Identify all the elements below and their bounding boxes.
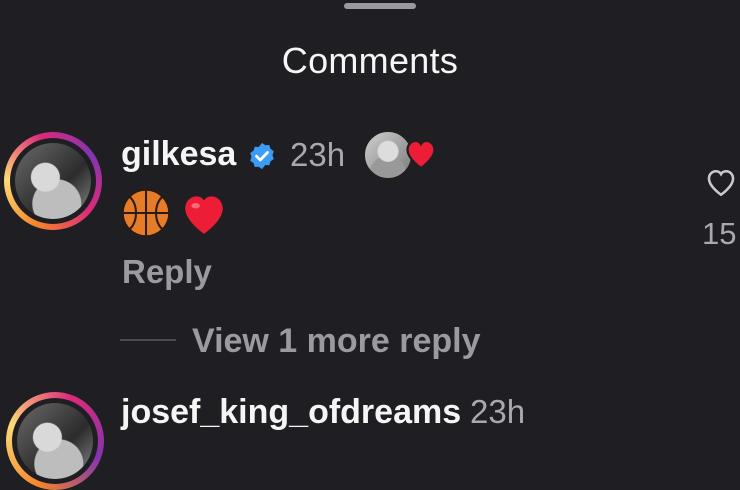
avatar-photo <box>17 403 93 479</box>
next-commenter-avatar[interactable] <box>6 392 104 490</box>
sheet-title: Comments <box>281 40 459 81</box>
avatar-ring-gap <box>12 398 98 484</box>
comment-timestamp: 23h <box>290 136 346 173</box>
view-more-replies-button[interactable]: View 1 more reply <box>192 322 481 361</box>
like-heart-icon[interactable] <box>704 166 738 198</box>
next-comment-username[interactable]: josef_king_ofdreams <box>121 393 461 432</box>
avatar-ring-gap <box>10 138 96 224</box>
avatar-photo <box>15 143 91 219</box>
basketball-emoji <box>122 189 170 237</box>
like-count: 15 <box>702 216 737 251</box>
comment-text <box>121 188 229 238</box>
comment-username[interactable]: gilkesa <box>121 135 236 174</box>
reply-button[interactable]: Reply <box>122 253 212 291</box>
red-heart-emoji <box>185 196 223 234</box>
verified-badge-icon <box>250 142 274 170</box>
drag-handle[interactable] <box>344 3 416 9</box>
creator-liked-heart-icon <box>406 139 436 170</box>
commenter-avatar[interactable] <box>4 132 102 230</box>
replies-divider <box>120 339 176 341</box>
next-comment-timestamp: 23h <box>470 393 526 430</box>
